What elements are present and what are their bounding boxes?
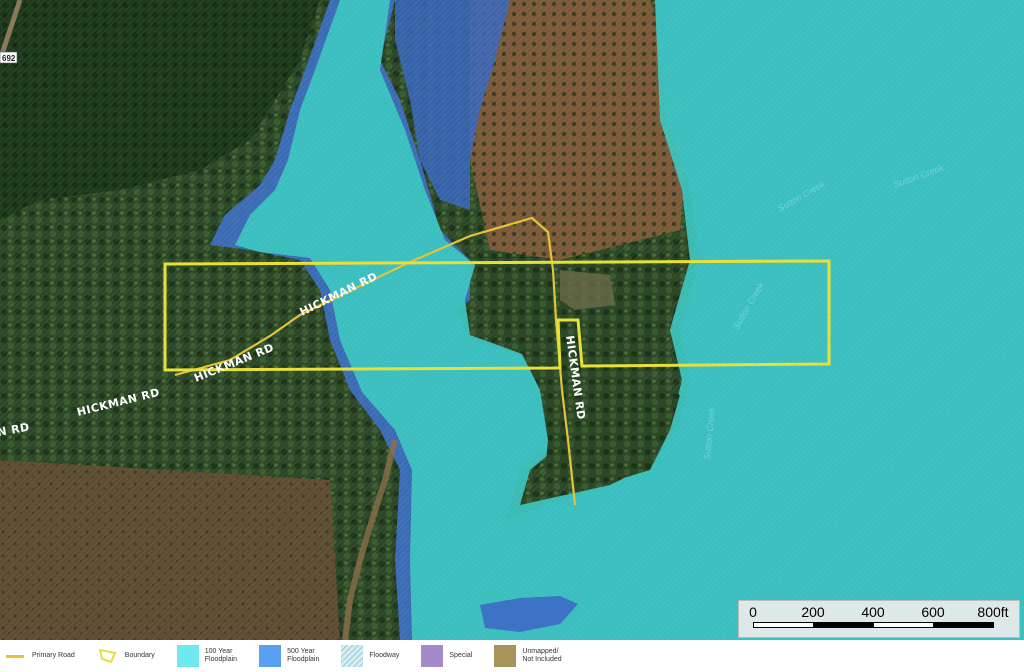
boundary-icon (98, 648, 117, 664)
legend-item-special: Special (421, 645, 472, 667)
scale-tick-label: 200 (801, 604, 825, 620)
map-view[interactable]: Sutton Creek Sutton Creek Sutton Creek S… (0, 0, 1024, 640)
legend-item-primary-road: Primary Road (6, 652, 75, 660)
scale-tick-label: 400 (861, 604, 885, 620)
clearing (560, 270, 615, 310)
legend-label: Primary Road (32, 652, 75, 659)
swatch-icon (494, 645, 517, 667)
swatch-icon (176, 645, 199, 667)
map-legend: Primary Road Boundary 100 Year Floodplai… (0, 640, 1024, 672)
scale-segment (813, 622, 874, 628)
hatch-icon (341, 645, 364, 667)
scale-segment (753, 622, 814, 628)
legend-item-floodway: Floodway (341, 645, 399, 667)
scale-tick-label: 800ft (977, 604, 1009, 620)
legend-label: Unmapped/ Not Included (522, 648, 562, 663)
legend-item-floodplain-500: 500 Year Floodplain (259, 645, 319, 667)
scale-segment (933, 622, 994, 628)
scale-bar: 0 200 400 600 800ft (738, 600, 1020, 638)
legend-item-boundary: Boundary (97, 647, 155, 665)
map-canvas: Sutton Creek Sutton Creek Sutton Creek S… (0, 0, 1024, 640)
route-badge-label: 692 (2, 54, 16, 63)
scale-segment (873, 622, 934, 628)
legend-label: 500 Year Floodplain (287, 648, 320, 663)
scale-tick-label: 0 (749, 604, 757, 620)
legend-label: Floodway (369, 652, 400, 659)
swatch-icon (421, 645, 444, 667)
line-icon (6, 654, 24, 658)
scale-tick-label: 600 (921, 604, 945, 620)
swatch-icon (259, 645, 282, 667)
legend-item-unmapped: Unmapped/ Not Included (494, 645, 562, 667)
legend-item-floodplain-100: 100 Year Floodplain (176, 645, 238, 667)
legend-label: Special (449, 652, 473, 659)
legend-label: 100 Year Floodplain (204, 648, 238, 663)
legend-label: Boundary (124, 652, 155, 659)
